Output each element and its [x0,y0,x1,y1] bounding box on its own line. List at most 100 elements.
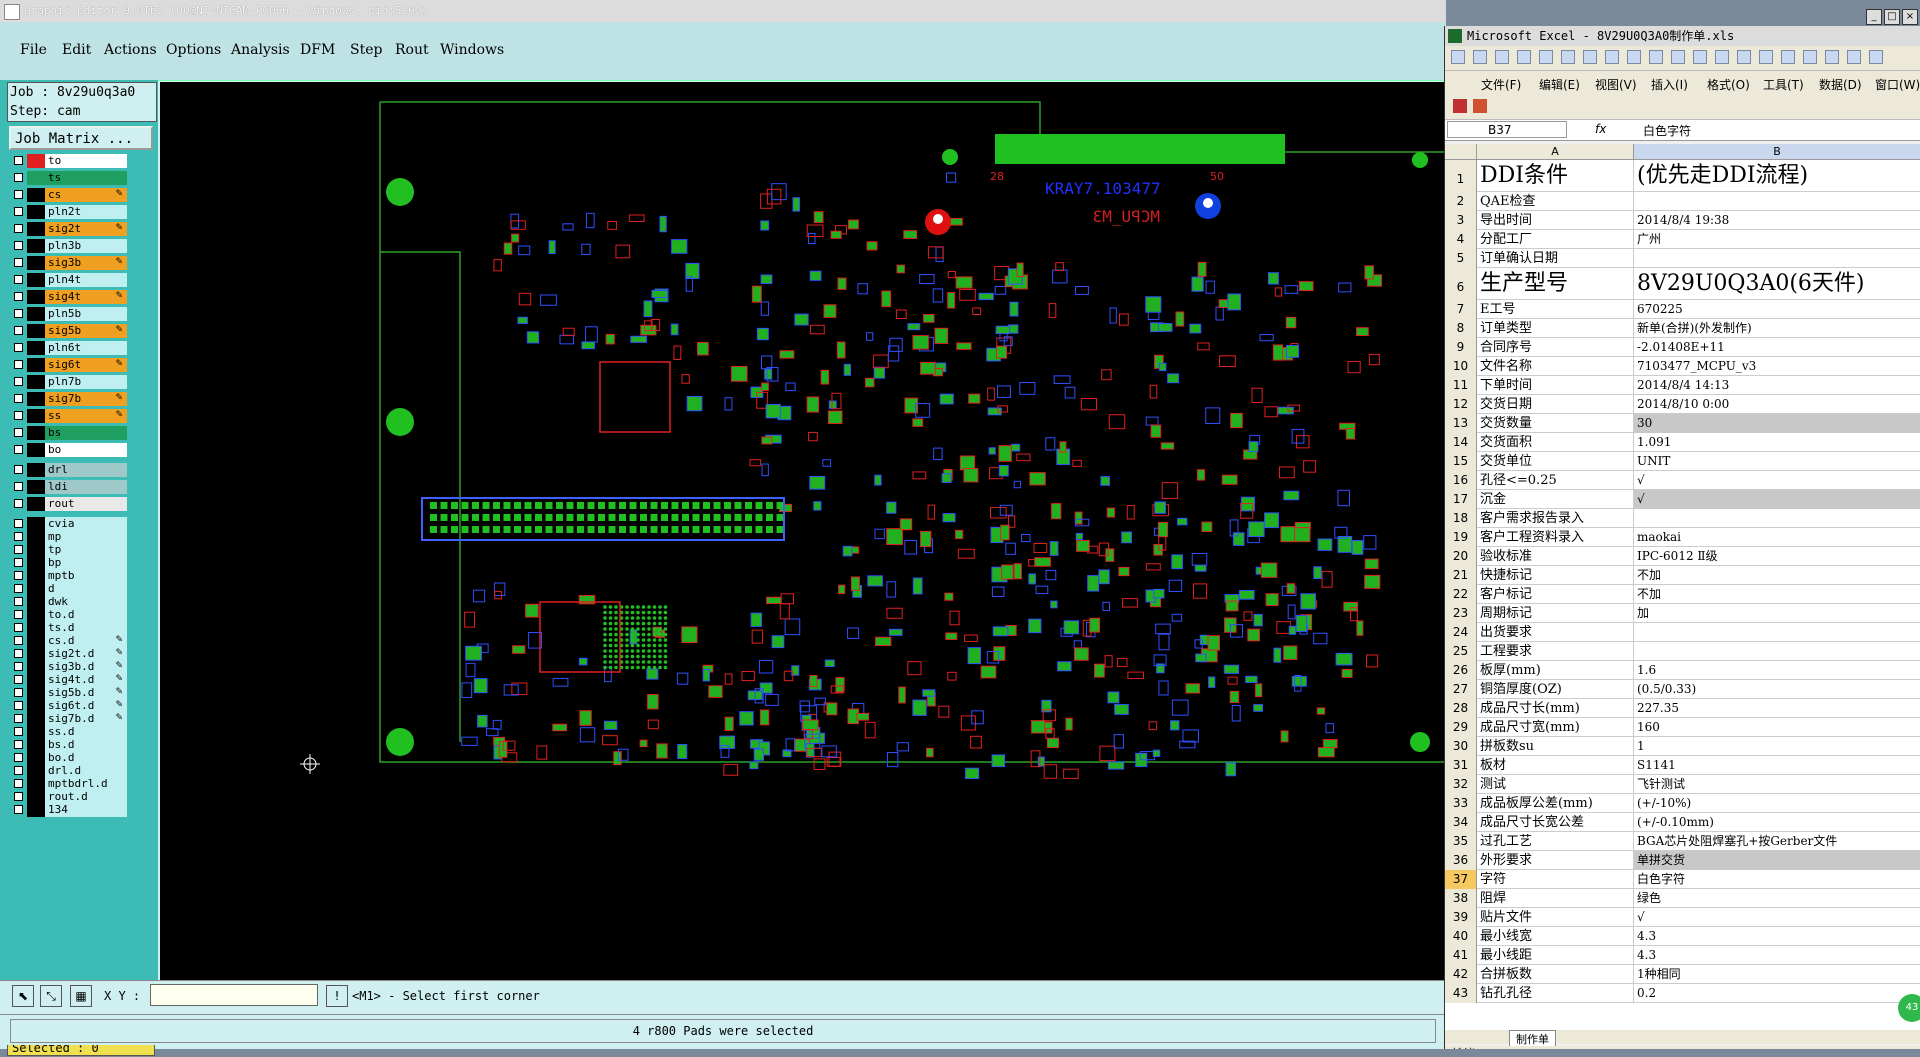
row-number[interactable]: 14 [1445,433,1477,452]
cell-a[interactable]: 板厚(mm) [1477,661,1634,680]
layer-checkbox[interactable] [14,675,23,684]
table-row[interactable]: 1 DDI条件 (优先走DDI流程) [1445,160,1920,192]
layer-row-ts-d[interactable]: ts.d [7,621,129,635]
cell-b[interactable]: 2014/8/4 19:38 [1634,211,1920,230]
cell-b[interactable]: 单拼交货 [1634,851,1920,870]
layer-checkbox[interactable] [14,662,23,671]
row-number[interactable]: 3 [1445,211,1477,230]
row-number[interactable]: 28 [1445,699,1477,718]
cell-b[interactable]: 2014/8/4 14:13 [1634,376,1920,395]
cell-b[interactable]: 7103477_MCPU_v3 [1634,357,1920,376]
layer-checkbox[interactable] [14,309,23,318]
select-all-corner[interactable] [1445,144,1477,160]
table-row[interactable]: 15 交货单位 UNIT [1445,452,1920,471]
row-number[interactable]: 25 [1445,642,1477,661]
xl-menu-tools[interactable]: 工具(T) [1763,76,1804,93]
layer-name[interactable]: pln5b [45,307,127,321]
layer-checkbox[interactable] [14,377,23,386]
toolbar-button-icon[interactable] [1737,50,1751,64]
layer-checkbox[interactable] [14,701,23,710]
layer-name[interactable]: ss.d [45,725,127,739]
xl-menu-insert[interactable]: 插入(I) [1651,76,1688,93]
layer-name[interactable]: pln3b [45,239,127,253]
layer-name[interactable]: bo.d [45,751,127,765]
cell-a[interactable]: 交货日期 [1477,395,1634,414]
cell-a[interactable]: 导出时间 [1477,211,1634,230]
table-row[interactable]: 37 字符 白色字符 [1445,870,1920,889]
menu-dfm[interactable]: DFM [300,42,335,58]
layer-row-rout-d[interactable]: rout.d [7,790,129,804]
cell-a[interactable]: 字符 [1477,870,1634,889]
layer-row-ss-d[interactable]: ss.d [7,725,129,739]
cell-b[interactable] [1634,623,1920,642]
table-row[interactable]: 29 成品尺寸宽(mm) 160 [1445,718,1920,737]
layer-name[interactable]: mptb [45,569,127,583]
row-number[interactable]: 36 [1445,851,1477,870]
table-row[interactable]: 20 验收标准 IPC-6012 Ⅱ级 [1445,547,1920,566]
toolbar-button-icon[interactable] [1517,50,1531,64]
toolbar-button-icon[interactable] [1693,50,1707,64]
cell-a[interactable]: 钻孔孔径 [1477,984,1634,1003]
cell-a[interactable]: 成品尺寸宽(mm) [1477,718,1634,737]
cell-b[interactable]: maokai [1634,528,1920,547]
layer-row-d[interactable]: d [7,582,129,596]
cell-b[interactable]: 4.3 [1634,927,1920,946]
cell-b[interactable]: √ [1634,471,1920,490]
layer-name[interactable]: bo [45,443,127,457]
layer-checkbox[interactable] [14,224,23,233]
layer-name[interactable]: bs.d [45,738,127,752]
cell-a[interactable]: 板材 [1477,756,1634,775]
layer-row-drl-d[interactable]: drl.d [7,764,129,778]
cell-a[interactable]: 成品板厚公差(mm) [1477,794,1634,813]
layer-row-sig3b[interactable]: sig3b ✎ [7,256,129,270]
row-number[interactable]: 37 [1445,870,1477,889]
toolbar-button-icon[interactable] [1583,50,1597,64]
layer-checkbox[interactable] [14,292,23,301]
layer-name[interactable]: pln4t [45,273,127,287]
cell-b[interactable]: 1种相同 [1634,965,1920,984]
xl-menu-format[interactable]: 格式(O) [1707,76,1750,93]
cell-a[interactable]: 最小线距 [1477,946,1634,965]
table-row[interactable]: 40 最小线宽 4.3 [1445,927,1920,946]
cell-b[interactable]: 不加 [1634,585,1920,604]
layer-row-drl[interactable]: drl [7,463,129,477]
row-number[interactable]: 29 [1445,718,1477,737]
cell-a[interactable]: 客户工程资料录入 [1477,528,1634,547]
cell-a[interactable]: 订单确认日期 [1477,249,1634,268]
cell-b[interactable] [1634,192,1920,211]
layer-checkbox[interactable] [14,584,23,593]
layer-name[interactable]: sig7b.d ✎ [45,712,127,726]
table-row[interactable]: 18 客户需求报告录入 [1445,509,1920,528]
cell-b[interactable]: 2014/8/10 0:00 [1634,395,1920,414]
menu-file[interactable]: File [20,42,47,58]
table-row[interactable]: 16 孔径<=0.25 √ [1445,471,1920,490]
cell-a[interactable]: 测试 [1477,775,1634,794]
cell-a[interactable]: 订单类型 [1477,319,1634,338]
cell-a[interactable]: 下单时间 [1477,376,1634,395]
row-number[interactable]: 15 [1445,452,1477,471]
table-row[interactable]: 19 客户工程资料录入 maokai [1445,528,1920,547]
layer-name[interactable]: 134 [45,803,127,817]
cell-b[interactable]: 1.091 [1634,433,1920,452]
layer-name[interactable]: drl.d [45,764,127,778]
cell-a[interactable]: E工号 [1477,300,1634,319]
cell-a[interactable]: 合拼板数 [1477,965,1634,984]
row-number[interactable]: 8 [1445,319,1477,338]
menu-options[interactable]: Options [166,42,221,58]
layer-checkbox[interactable] [14,428,23,437]
cell-b[interactable]: (+/-0.10mm) [1634,813,1920,832]
menu-analysis[interactable]: Analysis [231,42,290,58]
layer-name[interactable]: dwk [45,595,127,609]
row-number[interactable]: 31 [1445,756,1477,775]
cell-a[interactable]: 文件名称 [1477,357,1634,376]
cell-a[interactable]: 客户标记 [1477,585,1634,604]
table-row[interactable]: 21 快捷标记 不加 [1445,566,1920,585]
layer-name[interactable]: sig4t ✎ [45,290,127,304]
layer-row-mptb[interactable]: mptb [7,569,129,583]
table-row[interactable]: 3 导出时间 2014/8/4 19:38 [1445,211,1920,230]
table-row[interactable]: 11 下单时间 2014/8/4 14:13 [1445,376,1920,395]
row-number[interactable]: 27 [1445,680,1477,699]
cell-b[interactable]: 广州 [1634,230,1920,249]
layer-name[interactable]: sig5b.d ✎ [45,686,127,700]
layer-checkbox[interactable] [14,173,23,182]
